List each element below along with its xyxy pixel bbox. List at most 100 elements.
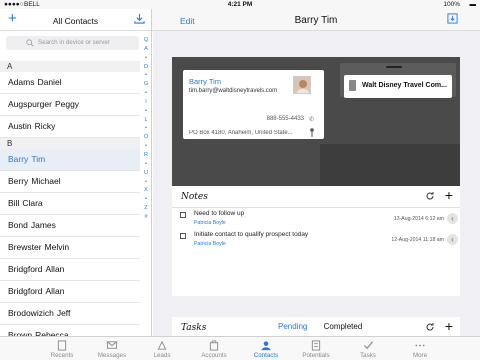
- contact-row[interactable]: Bond James: [0, 215, 140, 237]
- tasks-header: Tasks Pending Completed +: [172, 317, 460, 336]
- company-card[interactable]: Walt Disney Travel Com...: [344, 75, 452, 98]
- more-icon: [415, 344, 425, 347]
- tab-recents[interactable]: Recents: [36, 337, 88, 360]
- tab-leads[interactable]: Leads: [136, 337, 188, 360]
- accounts-icon: [209, 340, 219, 351]
- tab-messages[interactable]: Messages: [86, 337, 138, 360]
- tasks-title: Tasks: [181, 323, 207, 333]
- index-letter[interactable]: •: [141, 142, 151, 151]
- contact-first-name: Bridgford: [8, 286, 43, 296]
- contact-row[interactable]: Adams Daniel: [0, 72, 140, 94]
- note-item[interactable]: Need to follow up Patricia Boyle 13-Aug-20…: [172, 208, 460, 229]
- index-letter[interactable]: •: [141, 160, 151, 169]
- index-letter[interactable]: •: [141, 195, 151, 204]
- building-icon: [349, 80, 356, 91]
- index-letter[interactable]: Z: [141, 204, 151, 213]
- alphabet-index[interactable]: Q A • D • G • I • L • O • R • U • X • Z #: [141, 36, 151, 222]
- tab-label: Potentials: [302, 352, 330, 359]
- contact-row[interactable]: Brown Rebecca: [0, 325, 140, 336]
- index-letter[interactable]: •: [141, 71, 151, 80]
- contact-last-name: Allan: [45, 264, 65, 274]
- tab-tasks[interactable]: Tasks: [342, 337, 394, 360]
- download-icon[interactable]: [447, 13, 458, 24]
- contact-last-name: Clara: [22, 198, 43, 208]
- index-letter[interactable]: #: [141, 213, 151, 222]
- contact-row[interactable]: Barry Tim: [0, 149, 140, 171]
- tab-label: Tasks: [360, 352, 376, 359]
- index-letter[interactable]: U: [141, 169, 151, 178]
- recents-icon: [57, 340, 67, 351]
- note-item[interactable]: Initiate contact to qualify prospect tod…: [172, 229, 460, 250]
- note-text: Initiate contact to qualify prospect tod…: [194, 231, 309, 238]
- download-icon[interactable]: [134, 13, 145, 24]
- contact-row[interactable]: Berry Michael: [0, 171, 140, 193]
- contact-last-name: Allan: [45, 286, 65, 296]
- tab-label: Accounts: [201, 352, 227, 359]
- index-letter[interactable]: R: [141, 151, 151, 160]
- contacts-icon: [261, 341, 271, 351]
- tab-completed[interactable]: Completed: [324, 322, 363, 331]
- chevron-left-icon[interactable]: ‹: [447, 213, 458, 224]
- tab-contacts[interactable]: Contacts: [240, 337, 292, 360]
- contact-first-name: Augspurger: [8, 99, 52, 109]
- pin-icon[interactable]: [310, 128, 314, 137]
- search-input[interactable]: Search in device or server: [6, 36, 139, 50]
- business-card[interactable]: Barry Tim tim.barry@waltdisneytravels.co…: [183, 70, 324, 139]
- notes-panel: Notes + Need to follow up Patricia Boyle 1…: [172, 186, 460, 296]
- contact-row[interactable]: Bridgford Allan: [0, 259, 140, 281]
- tab-label: Contacts: [253, 352, 279, 359]
- contact-list: A Adams Daniel Augspurger Peggy Austin Ricky B B…: [0, 61, 140, 336]
- add-note-button[interactable]: +: [445, 188, 453, 202]
- card-address[interactable]: PO Box 4180, Anaheim, United State...: [189, 130, 301, 136]
- contact-row[interactable]: Brodowizich Jeff: [0, 303, 140, 325]
- index-letter[interactable]: •: [141, 178, 151, 187]
- detail-title: Barry Tim: [294, 15, 338, 26]
- index-letter[interactable]: Q: [141, 36, 151, 45]
- contacts-panel: + All Contacts Search in device or serve…: [0, 9, 152, 336]
- chevron-left-icon[interactable]: ‹: [447, 234, 458, 245]
- card-phone[interactable]: 888-555-4433: [267, 116, 304, 122]
- detail-panel: Barry Tim tim.barry@waltdisneytravels.co…: [153, 31, 480, 336]
- contact-first-name: Bill: [8, 198, 20, 208]
- tab-more[interactable]: More: [394, 337, 446, 360]
- tab-potentials[interactable]: Potentials: [290, 337, 342, 360]
- contact-first-name: Bridgford: [8, 264, 43, 274]
- contact-row[interactable]: Brewster Melvin: [0, 237, 140, 259]
- contacts-title: All Contacts: [52, 16, 99, 26]
- app: ●●●●○ BELL 4:21 PM 100% ▬ + All Contacts…: [0, 0, 480, 360]
- tab-pending[interactable]: Pending: [278, 322, 307, 331]
- contact-row[interactable]: Austin Ricky: [0, 116, 140, 138]
- index-letter[interactable]: •: [141, 107, 151, 116]
- index-letter[interactable]: •: [141, 89, 151, 98]
- contact-row[interactable]: Bill Clara: [0, 193, 140, 215]
- contact-first-name: Barry: [8, 154, 29, 164]
- index-letter[interactable]: G: [141, 80, 151, 89]
- contact-row[interactable]: Bridgford Allan: [0, 281, 140, 303]
- index-letter[interactable]: I: [141, 98, 151, 107]
- tab-accounts[interactable]: Accounts: [188, 337, 240, 360]
- tab-label: Leads: [153, 352, 171, 359]
- tab-label: Recents: [50, 352, 74, 359]
- contact-row[interactable]: Augspurger Peggy: [0, 94, 140, 116]
- card-email[interactable]: tim.barry@waltdisneytravels.com: [189, 88, 277, 94]
- contact-last-name: Ricky: [34, 121, 56, 131]
- index-letter[interactable]: X: [141, 186, 151, 195]
- index-letter[interactable]: A: [141, 45, 151, 54]
- tasks-panel: Tasks Pending Completed +: [172, 317, 460, 336]
- contact-card: Barry Tim tim.barry@waltdisneytravels.co…: [172, 57, 460, 194]
- refresh-icon[interactable]: [425, 322, 435, 332]
- note-date: 12-Aug-2014 11:18 am: [391, 237, 444, 243]
- tasks-icon: [363, 341, 374, 350]
- refresh-icon[interactable]: [425, 191, 435, 201]
- index-letter[interactable]: L: [141, 116, 151, 125]
- notes-header: Notes +: [172, 186, 460, 208]
- note-author: Patricia Boyle: [194, 220, 226, 226]
- index-letter[interactable]: •: [141, 54, 151, 63]
- add-task-button[interactable]: +: [445, 319, 453, 333]
- index-letter[interactable]: O: [141, 133, 151, 142]
- section-header: A: [0, 61, 140, 72]
- phone-icon[interactable]: ✆: [309, 116, 314, 123]
- index-letter[interactable]: D: [141, 63, 151, 72]
- battery-icon: ▬: [469, 1, 477, 8]
- index-letter[interactable]: •: [141, 124, 151, 133]
